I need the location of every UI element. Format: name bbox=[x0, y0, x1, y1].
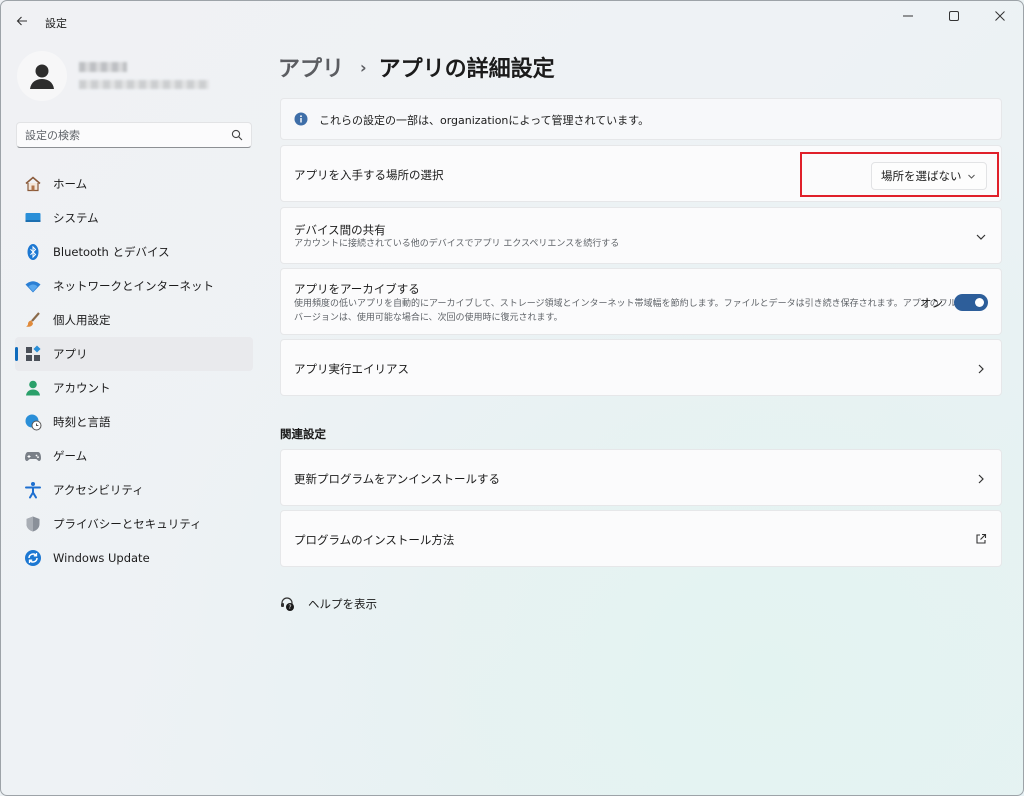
system-icon bbox=[23, 208, 43, 228]
sidebar-item-privacy-security[interactable]: プライバシーとセキュリティ bbox=[15, 507, 253, 541]
close-icon bbox=[995, 11, 1005, 21]
apps-icon bbox=[23, 344, 43, 364]
app-source-title: アプリを入手する場所の選択 bbox=[294, 168, 444, 182]
sidebar-item-network[interactable]: ネットワークとインターネット bbox=[15, 269, 253, 303]
sidebar-item-apps[interactable]: アプリ bbox=[15, 337, 253, 371]
toggle-knob bbox=[975, 298, 984, 307]
sidebar-item-label: 時刻と言語 bbox=[53, 415, 111, 429]
chevron-right-icon bbox=[978, 474, 984, 484]
breadcrumb-parent[interactable]: アプリ bbox=[278, 51, 344, 83]
shield-icon bbox=[23, 514, 43, 534]
related-settings-heading: 関連設定 bbox=[280, 427, 326, 441]
device-share-subtitle: アカウントに接続されている他のデバイスでアプリ エクスペリエンスを続行する bbox=[294, 239, 620, 249]
settings-window: 設定 ホーム システム Bluetooth とデバイス bbox=[0, 0, 1024, 796]
sidebar-item-windows-update[interactable]: Windows Update bbox=[15, 541, 253, 575]
sidebar-item-system[interactable]: システム bbox=[15, 201, 253, 235]
minimize-button[interactable] bbox=[885, 1, 931, 31]
maximize-icon bbox=[949, 11, 959, 21]
install-method-row[interactable]: プログラムのインストール方法 bbox=[280, 510, 1002, 567]
sidebar-item-label: ネットワークとインターネット bbox=[53, 279, 214, 293]
person-icon bbox=[30, 64, 54, 89]
svg-text:?: ? bbox=[288, 604, 291, 611]
sidebar-item-accounts[interactable]: アカウント bbox=[15, 371, 253, 405]
sidebar-item-accessibility[interactable]: アクセシビリティ bbox=[15, 473, 253, 507]
info-text: これらの設定の一部は、organizationによって管理されています。 bbox=[319, 114, 650, 127]
archive-subtitle-line2: バージョンは、使用可能な場合に、次回の使用時に復元されます。 bbox=[294, 313, 563, 323]
info-icon bbox=[294, 112, 308, 126]
selected-indicator bbox=[15, 347, 18, 361]
toggle-state-label: オン bbox=[920, 296, 943, 310]
sidebar-item-label: ゲーム bbox=[53, 449, 88, 463]
sidebar-item-gaming[interactable]: ゲーム bbox=[15, 439, 253, 473]
device-share-row[interactable]: デバイス間の共有 アカウントに接続されている他のデバイスでアプリ エクスペリエン… bbox=[280, 207, 1002, 264]
archive-subtitle-line1: 使用頻度の低いアプリを自動的にアーカイブして、ストレージ領域とインターネット帯域… bbox=[294, 299, 957, 309]
uninstall-updates-title: 更新プログラムをアンインストールする bbox=[294, 472, 500, 486]
avatar[interactable] bbox=[17, 51, 67, 101]
uninstall-updates-row[interactable]: 更新プログラムをアンインストールする bbox=[280, 449, 1002, 506]
bluetooth-icon bbox=[23, 242, 43, 262]
sidebar-item-label: アプリ bbox=[53, 347, 88, 361]
sidebar-item-home[interactable]: ホーム bbox=[15, 167, 253, 201]
sidebar-item-time-language[interactable]: 時刻と言語 bbox=[15, 405, 253, 439]
sidebar-item-bluetooth[interactable]: Bluetooth とデバイス bbox=[15, 235, 253, 269]
sidebar-item-label: 個人用設定 bbox=[53, 313, 111, 327]
brush-icon bbox=[23, 310, 43, 330]
redacted-email bbox=[79, 80, 209, 89]
account-icon bbox=[23, 378, 43, 398]
chevron-down-icon bbox=[976, 234, 986, 240]
page-title: アプリの詳細設定 bbox=[378, 57, 555, 82]
update-icon bbox=[23, 548, 43, 568]
breadcrumb: アプリ › アプリの詳細設定 bbox=[278, 51, 555, 83]
settings-search[interactable] bbox=[16, 122, 252, 148]
execution-alias-title: アプリ実行エイリアス bbox=[294, 362, 409, 376]
execution-alias-row[interactable]: アプリ実行エイリアス bbox=[280, 339, 1002, 396]
sidebar-item-label: Bluetooth とデバイス bbox=[53, 245, 170, 259]
help-link[interactable]: ? ヘルプを表示 bbox=[280, 596, 377, 612]
device-share-title: デバイス間の共有 bbox=[294, 223, 386, 237]
sidebar-item-label: ホーム bbox=[53, 177, 88, 191]
install-method-title: プログラムのインストール方法 bbox=[294, 533, 455, 547]
archive-toggle[interactable] bbox=[954, 294, 988, 311]
close-button[interactable] bbox=[977, 1, 1023, 31]
external-link-icon bbox=[976, 533, 987, 544]
app-title: 設定 bbox=[45, 17, 67, 30]
sidebar-item-personalization[interactable]: 個人用設定 bbox=[15, 303, 253, 337]
title-bar: 設定 bbox=[1, 1, 1023, 41]
archive-title: アプリをアーカイブする bbox=[294, 282, 420, 296]
minimize-icon bbox=[903, 15, 913, 17]
gamepad-icon bbox=[23, 446, 43, 466]
sidebar-item-label: Windows Update bbox=[53, 551, 150, 565]
chevron-right-icon bbox=[978, 364, 984, 374]
breadcrumb-separator: › bbox=[360, 57, 367, 77]
search-input[interactable] bbox=[25, 123, 225, 147]
back-arrow-icon bbox=[16, 16, 27, 26]
globe-clock-icon bbox=[23, 412, 43, 432]
accessibility-icon bbox=[23, 480, 43, 500]
managed-info-banner: これらの設定の一部は、organizationによって管理されています。 bbox=[280, 98, 1002, 140]
help-label: ヘルプを表示 bbox=[308, 597, 377, 611]
sidebar-item-label: システム bbox=[53, 211, 99, 225]
sidebar-item-label: アクセシビリティ bbox=[53, 483, 144, 497]
highlight-annotation bbox=[800, 152, 999, 197]
home-icon bbox=[23, 174, 43, 194]
sidebar-item-label: アカウント bbox=[53, 381, 111, 395]
archive-apps-row: アプリをアーカイブする 使用頻度の低いアプリを自動的にアーカイブして、ストレージ… bbox=[280, 268, 1002, 335]
search-icon bbox=[231, 129, 243, 141]
back-button[interactable] bbox=[11, 10, 33, 32]
help-icon: ? bbox=[281, 597, 294, 611]
maximize-button[interactable] bbox=[931, 1, 977, 31]
wifi-icon bbox=[23, 276, 43, 296]
sidebar-item-label: プライバシーとセキュリティ bbox=[53, 517, 202, 531]
sidebar-nav: ホーム システム Bluetooth とデバイス ネットワークとインターネット … bbox=[15, 167, 253, 575]
redacted-username bbox=[79, 62, 127, 72]
